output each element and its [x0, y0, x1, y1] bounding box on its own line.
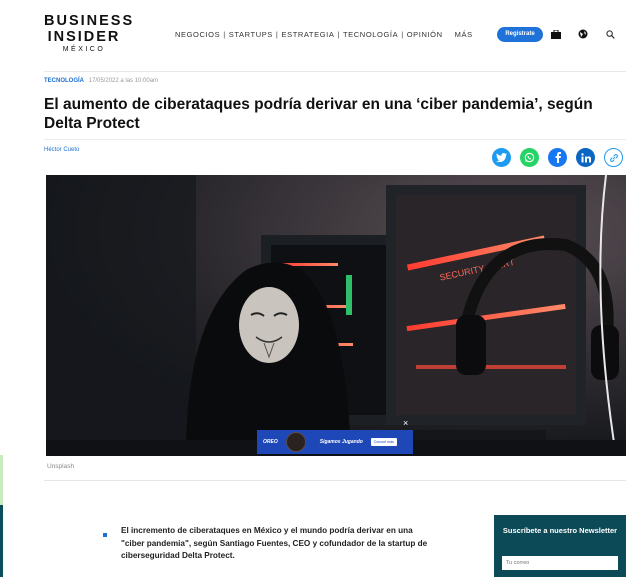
newsletter-email-input[interactable] — [502, 556, 618, 570]
author-link[interactable]: Héctor Cueto — [44, 147, 79, 153]
register-button[interactable]: Registrate — [497, 27, 543, 42]
logo-line-1: BUSINESS — [44, 13, 135, 29]
link-icon[interactable] — [604, 148, 623, 167]
linkedin-icon[interactable] — [576, 148, 595, 167]
article-title: El aumento de ciberataques podría deriva… — [44, 96, 593, 132]
nav-separator: | — [275, 30, 279, 39]
nav-separator: | — [223, 30, 226, 39]
bullet-marker — [103, 533, 107, 537]
hero-image: SECURITY ALERT — [46, 175, 626, 456]
briefcase-icon[interactable] — [549, 27, 563, 41]
hero-illustration: SECURITY ALERT — [46, 175, 626, 456]
side-accent-teal — [0, 505, 3, 577]
nav-item-mas[interactable]: MÁS — [455, 30, 473, 39]
whatsapp-icon[interactable] — [520, 148, 539, 167]
twitter-icon[interactable] — [492, 148, 511, 167]
ad-button[interactable]: Conocé más — [370, 438, 397, 446]
summary-bullet: El incremento de ciberataques en México … — [121, 526, 428, 560]
nav-item-estrategia[interactable]: ESTRATEGIA — [281, 30, 334, 39]
nav-item-opinion[interactable]: OPINIÓN — [407, 30, 443, 39]
ad-banner[interactable]: OREO Sigamos Jugando Conocé más — [257, 430, 413, 454]
header-divider — [44, 71, 626, 72]
ad-brand: OREO — [263, 439, 278, 445]
main-nav: NEGOCIOS | STARTUPS | ESTRATEGIA | TECNO… — [175, 30, 473, 39]
newsletter-box: Suscríbete a nuestro Newsletter — [494, 515, 626, 577]
globe-icon[interactable] — [576, 27, 590, 41]
image-caption: Unsplash — [47, 463, 75, 470]
cookie-icon — [285, 432, 306, 452]
logo-line-2: INSIDER — [47, 28, 121, 45]
title-divider — [44, 139, 626, 140]
ad-cta-text: Sigamos Jugando — [319, 439, 363, 445]
publish-date: 17/05/2022 a las 10:00am — [88, 78, 159, 84]
newsletter-title: Suscríbete a nuestro Newsletter — [502, 526, 618, 535]
nav-separator: | — [337, 30, 340, 39]
facebook-icon[interactable] — [548, 148, 567, 167]
nav-item-tecnologia[interactable]: TECNOLOGÍA — [343, 30, 398, 39]
nav-item-negocios[interactable]: NEGOCIOS — [175, 30, 220, 39]
nav-item-startups[interactable]: STARTUPS — [229, 30, 273, 39]
article-meta: TECNOLOGÍA 17/05/2022 a las 10:00am — [44, 78, 158, 84]
nav-separator: | — [401, 30, 404, 39]
site-logo[interactable]: BUSINESS INSIDER MÉXICO — [44, 13, 135, 53]
search-icon[interactable] — [603, 27, 617, 41]
side-accent-green — [0, 455, 3, 505]
caption-divider — [44, 480, 626, 481]
category-link[interactable]: TECNOLOGÍA — [44, 78, 84, 84]
site-header: BUSINESS INSIDER MÉXICO NEGOCIOS | START… — [0, 0, 632, 62]
ad-close-icon[interactable]: × — [403, 418, 408, 428]
logo-line-3: MÉXICO — [62, 46, 106, 53]
